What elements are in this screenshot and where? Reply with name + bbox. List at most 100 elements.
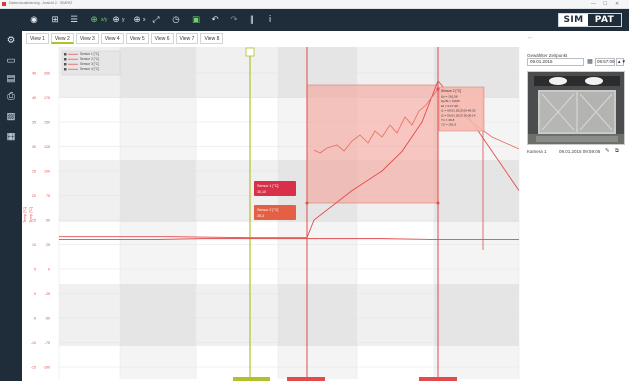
intersect-marker	[436, 87, 440, 91]
y-axis-label: Temp [°C]	[23, 207, 27, 223]
y-tick-label: -75	[45, 341, 50, 345]
y-tick-label: 100	[44, 170, 50, 174]
image-icon[interactable]: ▨	[5, 111, 17, 123]
y-tick-label: 175	[44, 96, 50, 100]
measure-info-line: Δt = 0:17:49	[441, 104, 458, 108]
expand-icon[interactable]: ⧉	[615, 148, 619, 155]
settings-icon[interactable]: ⚙	[5, 35, 17, 47]
print-icon[interactable]: ⎙	[5, 91, 17, 103]
document-icon[interactable]: ▦	[5, 131, 17, 143]
measure-info-line: Δy = 161,08	[441, 95, 458, 99]
camera-icon[interactable]: ▣	[189, 13, 203, 27]
fit-icon[interactable]: ⤢	[149, 13, 163, 27]
measurement-area[interactable]	[306, 84, 439, 204]
calendar-icon[interactable]: ▦	[586, 58, 594, 66]
legend-checkbox[interactable]	[64, 58, 67, 61]
y-tick-label: 0	[48, 268, 50, 272]
time-field[interactable]: 09:57:09	[595, 58, 615, 66]
sensor1-callout-title: Sensor 1 [°C]	[257, 184, 278, 188]
y-tick-label-secondary: 25	[32, 170, 36, 174]
view-tabs: View 1 View 2 View 3 View 4 View 5 View 6 View…	[26, 33, 225, 45]
tab-view-7[interactable]: View 7	[175, 33, 199, 44]
tab-view-3[interactable]: View 3	[75, 33, 99, 44]
y-tick-label-secondary: 45	[32, 72, 36, 76]
minimize-button[interactable]: —	[591, 1, 596, 7]
zoom-xy-icon[interactable]: ⊕	[87, 13, 101, 27]
cursor-handle-bottom[interactable]	[233, 377, 270, 381]
tab-view-8[interactable]: View 8	[200, 33, 224, 44]
zoom-label: x/y	[101, 17, 108, 23]
clock-icon[interactable]: ◷	[169, 13, 183, 27]
time-stepper[interactable]: ▲▼	[616, 58, 626, 66]
sensor2-callout-title: Sensor 2 [°C]	[257, 208, 278, 212]
plot-band	[120, 47, 196, 379]
legend-item: Sensor 4 [°C]	[80, 67, 99, 71]
camera-name: Kamera 1	[527, 149, 547, 154]
y-tick-label: -50	[45, 317, 50, 321]
measure-handle-bottom-1[interactable]	[287, 377, 325, 381]
measure-info-line: Δy/Δt = 0,096	[441, 99, 460, 103]
intersect-marker	[305, 201, 309, 205]
legend-checkbox[interactable]	[64, 68, 67, 71]
y-tick-label-secondary: 35	[32, 121, 36, 125]
edit-icon[interactable]: ✎	[605, 148, 610, 154]
tab-view-2[interactable]: View 2	[50, 33, 74, 44]
y-tick-label-secondary: 40	[32, 96, 36, 100]
redo-icon[interactable]: ↷	[227, 13, 241, 27]
tab-view-6[interactable]: View 6	[150, 33, 174, 44]
y-tick-label: -25	[45, 292, 50, 296]
brand-left: SIM	[559, 14, 588, 26]
measure-info-title: Sensor 2 [°C]	[441, 89, 461, 93]
cursor-handle-icon[interactable]	[245, 47, 255, 57]
zoom-y-icon[interactable]: ⊕	[109, 13, 123, 27]
tab-view-5[interactable]: View 5	[125, 33, 149, 44]
measure-info-line: t1 = 09.01.2015 09:48:25	[441, 109, 476, 113]
y-tick-label-secondary: -5	[33, 317, 36, 321]
right-panel: ← Gewählter Zeitpunkt 09.01.2015 ▦ 09:57…	[522, 31, 629, 381]
y-tick-label: 200	[44, 72, 50, 76]
y-tick-label: 150	[44, 121, 50, 125]
legend-item: Sensor 3 [°C]	[80, 62, 99, 66]
y-tick-label: 50	[46, 219, 50, 223]
measure-info-line: Y1 = 30,8	[441, 118, 455, 122]
zoom-x-icon[interactable]: ⊕	[130, 13, 144, 27]
pause-icon[interactable]: ∥	[245, 13, 259, 27]
y-tick-label-secondary: -10	[31, 341, 36, 345]
intersect-marker	[436, 201, 440, 205]
legend-item: Sensor 1 [°C]	[80, 52, 99, 56]
y-tick-label: -100	[43, 366, 50, 370]
y-axis-label-secondary: Temp [°C]	[29, 207, 33, 223]
measure-info-line: t2 = 09.01.2015 10:06:14	[441, 113, 476, 117]
tab-view-4[interactable]: View 4	[100, 33, 124, 44]
camera-timestamp: 09.01.2015 09:59:06	[559, 149, 601, 154]
undo-icon[interactable]: ↶	[208, 13, 222, 27]
y-tick-label-secondary: 0	[34, 292, 36, 296]
tab-view-1[interactable]: View 1	[26, 33, 49, 44]
save-icon[interactable]: ▤	[5, 73, 17, 85]
close-button[interactable]: ✕	[615, 1, 619, 7]
folder-icon[interactable]: ▭	[5, 55, 17, 67]
camera-image-drawing	[528, 72, 624, 144]
window-titlebar: Datenvisualisierung - Ansicht 2 - SIMPAT…	[0, 0, 629, 9]
measure-info-line: Y2 = 191,9	[441, 123, 456, 127]
brand-logo: SIM PAT	[558, 13, 622, 27]
list-icon[interactable]: ☰	[67, 13, 81, 27]
sensor1-callout-value: 30,10	[257, 190, 266, 194]
zoom-label: x	[143, 17, 146, 23]
eye-icon[interactable]: ◉	[27, 13, 41, 27]
legend-checkbox[interactable]	[64, 63, 67, 66]
date-field[interactable]: 09.01.2015	[527, 58, 584, 66]
toolbar: ◉ ⊞ ☰ ⊕ ⊕ ⊕ ⤢ ◷ ▣ ↶ ↷ ∥ i x/y y x	[0, 9, 629, 31]
back-arrow-icon[interactable]: ←	[527, 34, 534, 41]
sidebar: ⚙ ▭ ▤ ⎙ ▨ ▦	[0, 31, 22, 381]
grid-icon[interactable]: ⊞	[48, 13, 62, 27]
chart-area[interactable]: 200451754015035125301002575205015251005-…	[22, 45, 522, 381]
zoom-label: y	[122, 17, 125, 23]
legend-checkbox[interactable]	[64, 53, 67, 56]
info-icon[interactable]: i	[263, 13, 277, 27]
y-tick-label: 125	[44, 145, 50, 149]
maximize-button[interactable]: ☐	[603, 1, 607, 7]
camera-image[interactable]	[527, 71, 625, 145]
app-logo-icon	[2, 2, 6, 6]
measure-handle-bottom-2[interactable]	[419, 377, 457, 381]
